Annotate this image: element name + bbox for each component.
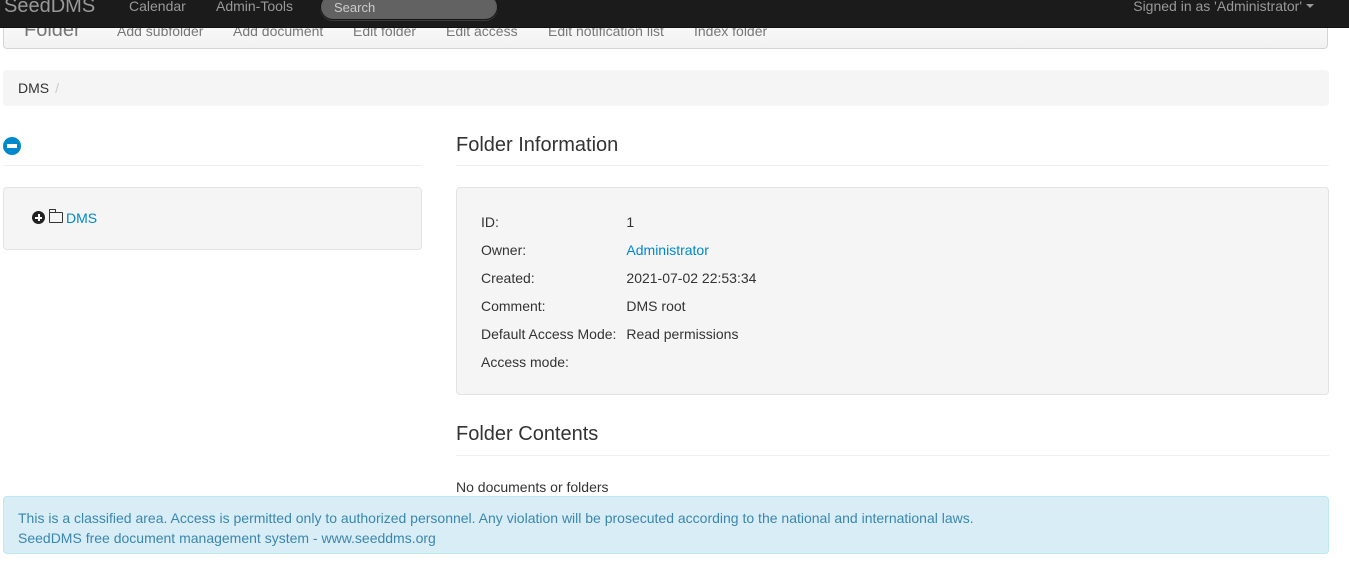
minus-circle-icon[interactable] [3,137,21,155]
info-row-id: ID: 1 [481,208,756,236]
info-label: Created: [481,270,535,286]
folder-icon [49,209,63,223]
info-value: DMS root [626,298,686,314]
nav-calendar-link[interactable]: Calendar [129,0,186,14]
folder-info-table: ID: 1 Owner: Administrator Created: 2021… [481,208,756,376]
owner-link[interactable]: Administrator [626,242,708,258]
folder-info-divider [456,165,1329,166]
empty-folder-message: No documents or folders [456,479,609,495]
info-value: 1 [626,214,635,230]
caret-down-icon [1306,4,1314,9]
brand-logo-link[interactable]: SeedDMS [4,0,95,18]
info-value [626,348,756,376]
breadcrumb-item-dms[interactable]: DMS [18,80,49,96]
info-label: Access mode: [481,354,569,370]
folder-contents-heading: Folder Contents [456,423,599,445]
footer-alert: This is a classified area. Access is per… [3,496,1329,554]
info-row-access-mode: Access mode: [481,348,756,376]
info-label: Owner: [481,242,527,258]
tree-divider [3,165,422,166]
footer-disclaimer: This is a classified area. Access is per… [18,510,974,526]
breadcrumb-divider: / [55,80,60,96]
info-row-owner: Owner: Administrator [481,236,756,264]
info-label: Default Access Mode: [481,326,617,342]
info-value: 2021-07-02 22:53:34 [626,270,757,286]
info-label: ID: [481,214,499,230]
folder-tree: DMS [3,187,422,250]
top-navbar: SeedDMS Calendar Admin-Tools Signed in a… [0,0,1349,28]
info-value: Read permissions [626,326,739,342]
signed-in-label: Signed in as 'Administrator' [1133,0,1302,14]
footer-credit: SeedDMS free document management system … [18,530,436,546]
info-label: Comment: [481,298,546,314]
folder-contents-divider [456,455,1329,456]
plus-circle-icon[interactable] [32,211,45,224]
user-menu-dropdown[interactable]: Signed in as 'Administrator' [1133,0,1314,14]
tree-node-label[interactable]: DMS [66,210,97,226]
info-row-comment: Comment: DMS root [481,292,756,320]
nav-admin-tools-link[interactable]: Admin-Tools [216,0,293,14]
tree-node-dms: DMS [32,209,97,226]
breadcrumb: DMS / [3,70,1329,106]
info-row-created: Created: 2021-07-02 22:53:34 [481,264,756,292]
folder-info-panel: ID: 1 Owner: Administrator Created: 2021… [456,187,1329,395]
info-row-default-access-mode: Default Access Mode: Read permissions [481,320,756,348]
search-input[interactable] [320,0,498,20]
folder-information-heading: Folder Information [456,134,619,156]
